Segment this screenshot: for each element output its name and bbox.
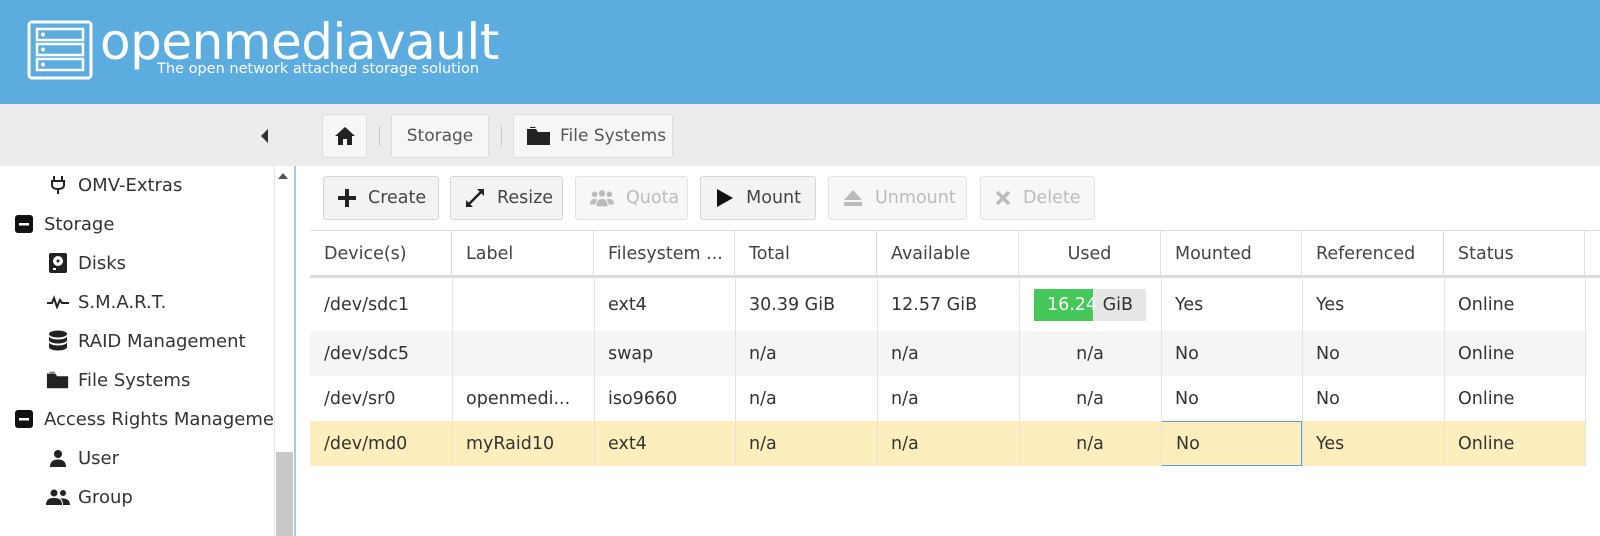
column-header-label[interactable]: Label xyxy=(452,231,594,276)
play-icon xyxy=(715,186,734,210)
sidebar-item-storage[interactable]: Storage xyxy=(12,205,114,243)
app-subtitle: The open network attached storage soluti… xyxy=(157,61,480,77)
mount-button-label: Mount xyxy=(746,188,801,208)
sidebar-item-label: S.M.A.R.T. xyxy=(78,291,167,313)
sidebar-item-label: Group xyxy=(78,486,133,508)
sidebar-item-label: RAID Management xyxy=(78,330,246,352)
sidebar-item-label: Storage xyxy=(44,213,115,235)
column-header-used[interactable]: Used xyxy=(1019,231,1161,276)
sidebar-item-label: Disks xyxy=(78,252,127,274)
plus-icon xyxy=(338,186,356,210)
unmount-button-label: Unmount xyxy=(875,188,956,208)
breadcrumb-storage[interactable]: Storage xyxy=(391,114,489,158)
resize-button[interactable]: Resize xyxy=(450,176,563,220)
resize-button-label: Resize xyxy=(497,188,554,208)
quota-button-label: Quota xyxy=(626,188,680,208)
column-header-referenced[interactable]: Referenced xyxy=(1302,231,1444,276)
sidebar: OMV-Extras Storage Disks S.M.A.R.T. RAID… xyxy=(0,166,296,536)
app-header: openmediavault The open network attached… xyxy=(0,0,1600,104)
quota-button[interactable]: Quota xyxy=(575,176,688,220)
breadcrumb-file-systems[interactable]: File Systems xyxy=(513,114,673,158)
sidebar-scrollbar-thumb[interactable] xyxy=(276,452,293,536)
breadcrumb-home[interactable] xyxy=(322,114,367,158)
user-icon xyxy=(46,446,70,470)
sidebar-item-group[interactable]: Group xyxy=(46,478,133,516)
create-button[interactable]: Create xyxy=(323,176,439,220)
sidebar-item-label: Access Rights Managemen xyxy=(44,408,286,430)
column-header-devices[interactable]: Device(s) xyxy=(310,231,452,276)
sidebar-item-label: User xyxy=(78,447,120,469)
disk-icon xyxy=(46,251,70,275)
sidebar-item-raid-management[interactable]: RAID Management xyxy=(46,322,246,360)
toolbar-band xyxy=(0,104,1600,166)
sidebar-item-user[interactable]: User xyxy=(46,439,119,477)
delete-button[interactable]: Delete xyxy=(980,176,1095,220)
folder-icon xyxy=(527,127,550,145)
folder-icon xyxy=(46,368,70,392)
grid-header: Device(s) Label Filesystem ... Total Ava… xyxy=(310,230,1600,278)
column-header-total[interactable]: Total xyxy=(735,231,877,276)
plug-icon xyxy=(46,173,70,197)
sidebar-item-label: File Systems xyxy=(78,369,191,391)
column-header-status[interactable]: Status xyxy=(1444,231,1585,276)
sidebar-item-omv-extras[interactable]: OMV-Extras xyxy=(46,166,182,204)
sidebar-item-disks[interactable]: Disks xyxy=(46,244,126,282)
eject-icon xyxy=(843,186,863,210)
logo-icon xyxy=(27,20,93,80)
sidebar-item-label: OMV-Extras xyxy=(78,174,183,196)
column-header-filesystem[interactable]: Filesystem ... xyxy=(594,231,735,276)
group-icon xyxy=(46,485,70,509)
create-button-label: Create xyxy=(368,188,427,208)
users-icon xyxy=(590,186,614,210)
scroll-up-arrow-icon[interactable] xyxy=(278,173,288,179)
sidebar-collapse-button[interactable] xyxy=(252,124,276,148)
unmount-button[interactable]: Unmount xyxy=(828,176,967,220)
sidebar-item-smart[interactable]: S.M.A.R.T. xyxy=(46,283,166,321)
pulse-icon xyxy=(46,290,70,314)
close-icon xyxy=(995,186,1011,210)
breadcrumb-file-systems-label: File Systems xyxy=(560,126,667,146)
breadcrumb-storage-label: Storage xyxy=(406,126,474,146)
minus-square-icon xyxy=(12,407,36,431)
sidebar-item-file-systems[interactable]: File Systems xyxy=(46,361,190,399)
database-icon xyxy=(46,329,70,353)
minus-square-icon xyxy=(12,212,36,236)
breadcrumb-separator xyxy=(379,126,380,146)
resize-icon xyxy=(465,186,485,210)
sidebar-item-access-rights[interactable]: Access Rights Managemen xyxy=(12,400,285,438)
delete-button-label: Delete xyxy=(1023,188,1081,208)
mount-button[interactable]: Mount xyxy=(700,176,816,220)
column-header-mounted[interactable]: Mounted xyxy=(1161,231,1302,276)
breadcrumb-separator xyxy=(501,126,502,146)
caret-left-icon xyxy=(261,129,268,143)
home-icon xyxy=(334,127,355,145)
grid-column-lines xyxy=(452,279,1586,466)
column-header-available[interactable]: Available xyxy=(877,231,1019,276)
